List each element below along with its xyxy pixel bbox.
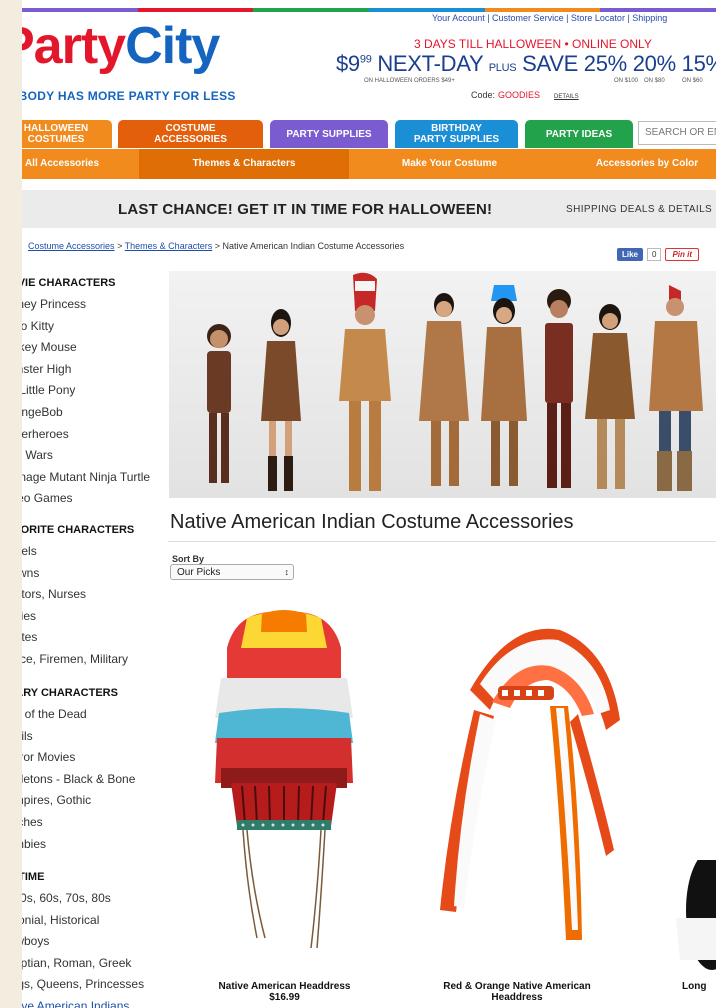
sidebar-item[interactable]: Doctors, Nurses xyxy=(22,584,134,606)
select-arrows-icon: ↕ xyxy=(284,567,290,577)
account-links[interactable]: Your Account | Customer Service | Store … xyxy=(432,13,667,23)
tab-costume-accessories[interactable]: COSTUME ACCESSORIES xyxy=(118,120,263,148)
sidebar-group-favorite: FAVORITE CHARACTERS Angels Clowns Doctor… xyxy=(22,520,134,671)
halloween-countdown: 3 DAYS TILL HALLOWEEN • ONLINE ONLY xyxy=(414,37,652,51)
sidebar-item[interactable]: Egyptian, Roman, Greek xyxy=(22,953,144,975)
sidebar-item[interactable]: Monster High xyxy=(22,359,150,381)
sidebar-item[interactable]: Disney Princess xyxy=(22,294,150,316)
breadcrumb: Costume Accessories > Themes & Character… xyxy=(28,241,405,251)
tab-party-ideas[interactable]: PARTY IDEAS xyxy=(525,120,633,148)
hero-image xyxy=(169,271,716,498)
banner-headline: LAST CHANCE! GET IT IN TIME FOR HALLOWEE… xyxy=(118,201,493,218)
war-bonnet xyxy=(440,628,620,940)
color-strip xyxy=(22,8,716,12)
save-note-60: ON $60 xyxy=(682,78,703,84)
sidebar-item[interactable]: Zombies xyxy=(22,834,135,856)
subnav: All Accessories Themes & Characters Make… xyxy=(22,149,716,179)
tab-halloween-costumes[interactable]: HALLOWEEN COSTUMES xyxy=(22,120,112,148)
sidebar-item[interactable]: Hello Kitty xyxy=(22,316,150,338)
sidebar-item[interactable]: Horror Movies xyxy=(22,747,135,769)
title-divider xyxy=(168,541,716,542)
halloween-banner[interactable]: LAST CHANCE! GET IT IN TIME FOR HALLOWEE… xyxy=(22,190,716,228)
save-note-80: ON $80 xyxy=(644,78,665,84)
sidebar-item[interactable]: Pirates xyxy=(22,627,134,649)
breadcrumb-costume-accessories[interactable]: Costume Accessories xyxy=(28,241,115,251)
sidebar-item[interactable]: Clowns xyxy=(22,563,134,585)
product-image-red-orange-headdress[interactable] xyxy=(410,610,622,970)
subnav-themes-characters[interactable]: Themes & Characters xyxy=(139,149,349,179)
product-image-partial[interactable] xyxy=(662,850,716,970)
next-day-promo: $999 NEXT-DAY PLUS SAVE 25% 20% 15% xyxy=(336,51,716,76)
headdress-ties xyxy=(242,829,326,949)
facebook-like-button[interactable]: Like xyxy=(617,248,644,261)
sort-by-select[interactable]: Our Picks ↕ xyxy=(170,564,294,580)
shipping-deals-link[interactable]: SHIPPING DEALS & DETAILS xyxy=(566,204,712,215)
sidebar-item[interactable]: Video Games xyxy=(22,488,150,510)
sidebar-item[interactable]: Witches xyxy=(22,812,135,834)
sidebar-item[interactable]: Fairies xyxy=(22,606,134,628)
breadcrumb-themes-characters[interactable]: Themes & Characters xyxy=(125,241,213,251)
sort-by-label: Sort By xyxy=(172,554,205,564)
product-name[interactable]: Native American Headdress xyxy=(192,981,377,992)
sidebar-item-native-american[interactable]: Native American Indians xyxy=(22,996,144,1008)
promo-code: Code: GOODIES DETAILS xyxy=(471,90,579,100)
page-title: Native American Indian Costume Accessori… xyxy=(170,511,574,533)
sidebar-item[interactable]: Day of the Dead xyxy=(22,704,135,726)
sidebar-item[interactable]: Teenage Mutant Ninja Turtle xyxy=(22,467,150,489)
sidebar-heading: FAVORITE CHARACTERS xyxy=(22,524,135,536)
party-city-logo[interactable]: PartyCity xyxy=(22,18,220,74)
product-name[interactable]: Red & Orange Native American Headdress xyxy=(417,981,617,1003)
sidebar-group-scary: SCARY CHARACTERS Day of the Dead Devils … xyxy=(22,683,135,855)
subnav-make-your-costume[interactable]: Make Your Costume xyxy=(357,149,542,179)
sidebar-heading: BY TIME xyxy=(22,871,45,883)
sidebar-group-movie: MOVIE CHARACTERS Disney Princess Hello K… xyxy=(22,273,150,510)
save-note-100: ON $100 xyxy=(614,78,639,84)
product-name[interactable]: Long xyxy=(682,981,716,992)
sidebar-heading: SCARY CHARACTERS xyxy=(22,687,118,699)
sidebar-group-time: BY TIME 1920s, 60s, 70s, 80s Colonial, H… xyxy=(22,867,144,1008)
subnav-all-accessories[interactable]: All Accessories xyxy=(22,149,122,179)
sidebar-heading: MOVIE CHARACTERS xyxy=(22,277,116,289)
sidebar-item[interactable]: SpongeBob xyxy=(22,402,150,424)
next-day-note: ON HALLOWEEN ORDERS $49+ xyxy=(364,78,455,84)
tab-party-supplies[interactable]: PARTY SUPPLIES xyxy=(270,120,388,148)
sidebar-item[interactable]: Superheroes xyxy=(22,424,150,446)
sidebar-item[interactable]: 1920s, 60s, 70s, 80s xyxy=(22,888,144,910)
sidebar-item[interactable]: Mickey Mouse xyxy=(22,337,150,359)
sidebar-item[interactable]: Devils xyxy=(22,726,135,748)
promo-details-link[interactable]: DETAILS xyxy=(554,94,579,100)
product-price: $16.99 xyxy=(269,992,300,1003)
search-input[interactable]: SEARCH OR ENTER xyxy=(638,121,716,145)
sidebar-item[interactable]: Police, Firemen, Military xyxy=(22,649,134,671)
tagline: NOBODY HAS MORE PARTY FOR LESS xyxy=(22,89,236,103)
subnav-accessories-by-color[interactable]: Accessories by Color xyxy=(562,149,716,179)
sidebar-item[interactable]: Vampires, Gothic xyxy=(22,790,135,812)
breadcrumb-current: Native American Indian Costume Accessori… xyxy=(222,241,405,251)
headdress-feathers xyxy=(215,610,353,788)
page: PartyCity NOBODY HAS MORE PARTY FOR LESS… xyxy=(22,0,716,1008)
headdress-band xyxy=(231,783,337,830)
sidebar-item[interactable]: Colonial, Historical xyxy=(22,910,144,932)
sidebar-item[interactable]: Star Wars xyxy=(22,445,150,467)
sidebar-item[interactable]: Cowboys xyxy=(22,931,144,953)
pinterest-button[interactable]: Pin it xyxy=(665,248,700,261)
product-image-headdress[interactable] xyxy=(207,608,362,968)
sidebar-item[interactable]: Skeletons - Black & Bone xyxy=(22,769,135,791)
social-buttons: Like 0 Pin it xyxy=(617,248,700,261)
tab-birthday-party-supplies[interactable]: BIRTHDAY PARTY SUPPLIES xyxy=(395,120,518,148)
sidebar-item[interactable]: Angels xyxy=(22,541,134,563)
like-count: 0 xyxy=(647,248,662,261)
sidebar-item[interactable]: Kings, Queens, Princesses xyxy=(22,974,144,996)
sidebar-item[interactable]: My Little Pony xyxy=(22,380,150,402)
